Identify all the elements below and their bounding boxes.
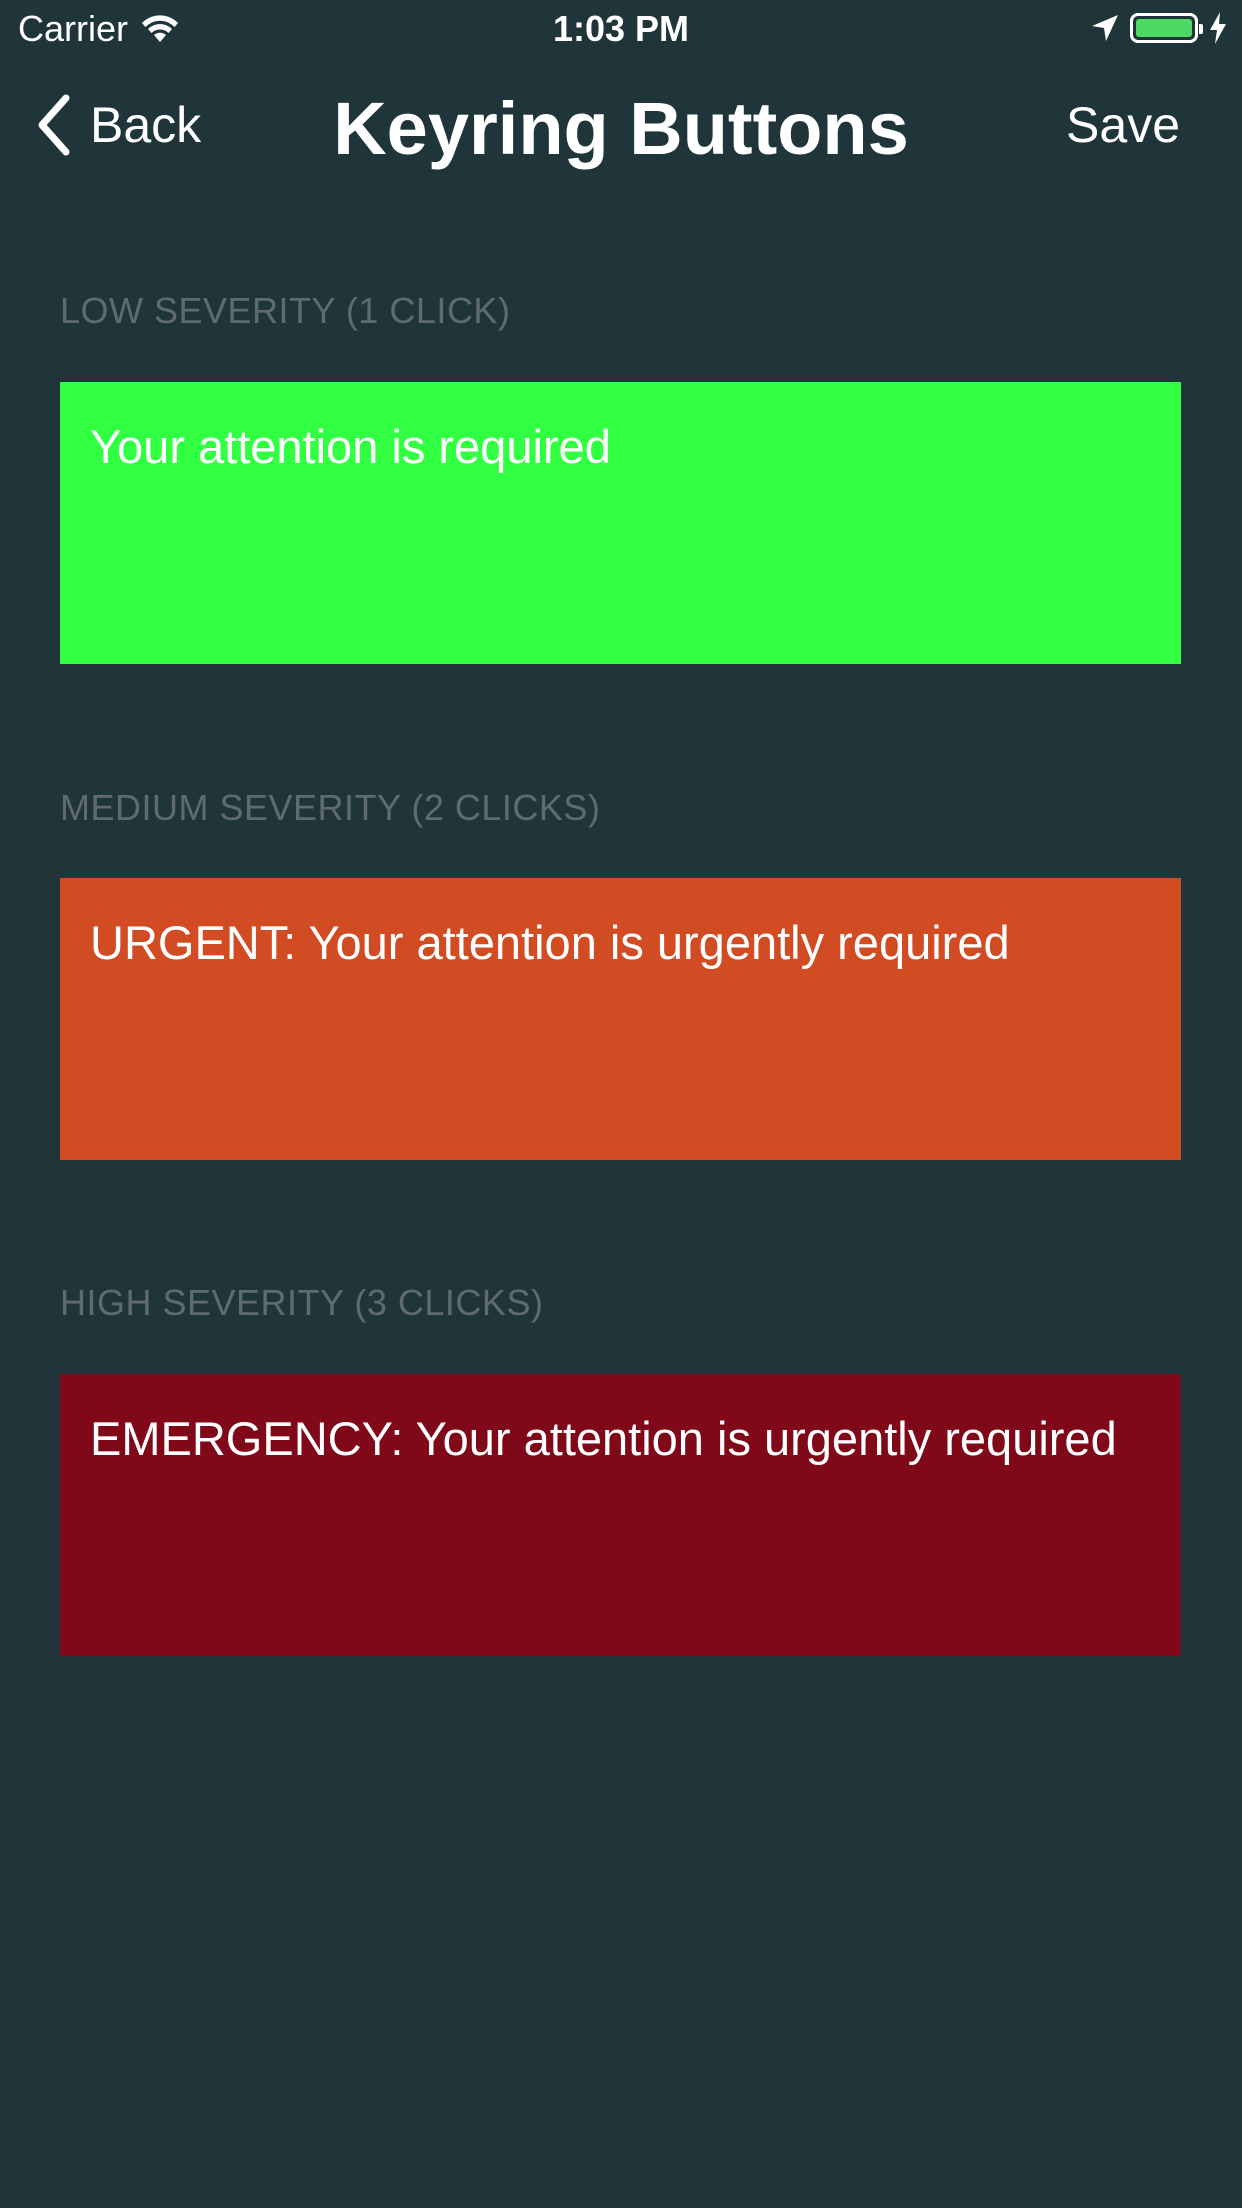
save-button[interactable]: Save (1066, 96, 1180, 154)
high-severity-message[interactable]: EMERGENCY: Your attention is urgently re… (60, 1374, 1181, 1656)
low-severity-message[interactable]: Your attention is required (60, 382, 1181, 664)
page-title: Keyring Buttons (333, 87, 909, 170)
location-arrow-icon (1092, 15, 1118, 41)
section-header-low: LOW SEVERITY (1 CLICK) (60, 290, 511, 331)
battery-icon (1130, 13, 1203, 43)
medium-severity-message[interactable]: URGENT: Your attention is urgently requi… (60, 878, 1181, 1160)
status-bar: Carrier 1:03 PM (0, 0, 1242, 60)
charging-bolt-icon (1210, 12, 1226, 44)
navigation-bar: Back Keyring Buttons Save (0, 60, 1242, 192)
status-right-indicators (1090, 12, 1228, 44)
section-header-high: HIGH SEVERITY (3 CLICKS) (60, 1282, 544, 1323)
status-time: 1:03 PM (552, 8, 690, 49)
section-header-medium: MEDIUM SEVERITY (2 CLICKS) (60, 787, 601, 828)
battery-level (1136, 19, 1192, 37)
